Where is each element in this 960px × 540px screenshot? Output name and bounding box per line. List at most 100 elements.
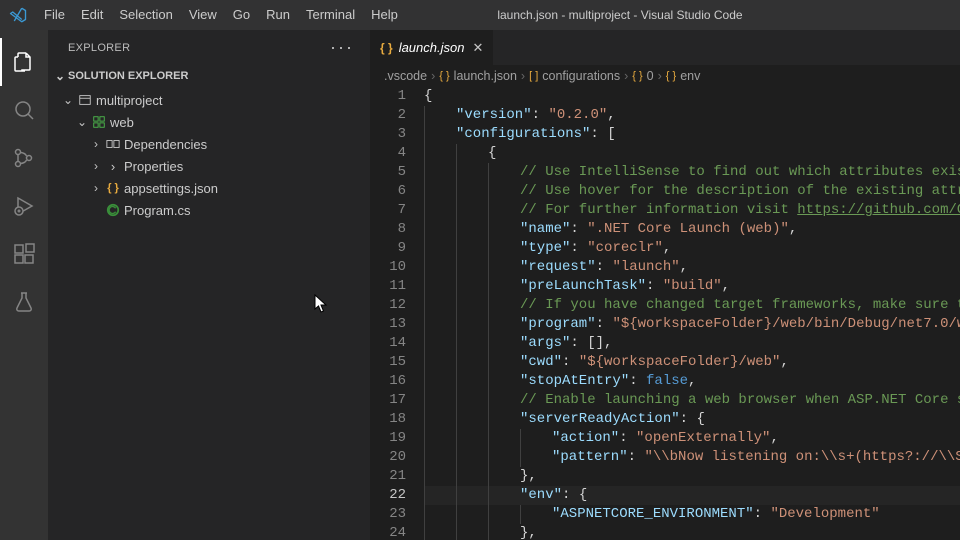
menubar: FileEditSelectionViewGoRunTerminalHelp l…	[0, 0, 960, 30]
sidebar: EXPLORER ··· ⌄ SOLUTION EXPLORER ⌄multip…	[48, 30, 370, 540]
tree-item[interactable]: Program.cs	[48, 199, 370, 221]
line-number: 9	[370, 239, 406, 258]
code-line[interactable]: // Use hover for the description of the …	[424, 182, 960, 201]
menu-view[interactable]: View	[181, 0, 225, 30]
code-line[interactable]: "version": "0.2.0",	[424, 106, 960, 125]
line-number: 6	[370, 182, 406, 201]
chevron-right-icon: ›	[88, 137, 104, 151]
folder-icon: ›	[104, 159, 122, 174]
line-number: 24	[370, 524, 406, 540]
chevron-right-icon: ›	[88, 181, 104, 195]
sidebar-more-icon[interactable]: ···	[330, 37, 354, 58]
json-braces-icon: { }	[632, 70, 642, 82]
line-number: 21	[370, 467, 406, 486]
menu-go[interactable]: Go	[225, 0, 258, 30]
code-line[interactable]: // For further information visit https:/…	[424, 201, 960, 220]
code-line[interactable]: "type": "coreclr",	[424, 239, 960, 258]
line-number: 11	[370, 277, 406, 296]
breadcrumb-item[interactable]: { }launch.json	[439, 69, 517, 83]
code-line[interactable]: "ASPNETCORE_ENVIRONMENT": "Development"	[424, 505, 960, 524]
line-number: 5	[370, 163, 406, 182]
line-number: 19	[370, 429, 406, 448]
code-line[interactable]: // Enable launching a web browser when A…	[424, 391, 960, 410]
sidebar-header: EXPLORER ···	[48, 30, 370, 65]
code-line[interactable]: {	[424, 87, 960, 106]
code-line[interactable]: "pattern": "\\bNow listening on:\\s+(htt…	[424, 448, 960, 467]
code-line[interactable]: "serverReadyAction": {	[424, 410, 960, 429]
code-editor[interactable]: 123456789101112131415161718192021222324 …	[370, 87, 960, 540]
menu-help[interactable]: Help	[363, 0, 406, 30]
menu-terminal[interactable]: Terminal	[298, 0, 363, 30]
chevron-right-icon: ›	[431, 69, 435, 83]
close-icon[interactable]: ✕	[472, 40, 483, 56]
line-number: 10	[370, 258, 406, 277]
code-line[interactable]: "name": ".NET Core Launch (web)",	[424, 220, 960, 239]
tree-item-label: web	[110, 115, 134, 130]
line-number-gutter: 123456789101112131415161718192021222324	[370, 87, 424, 540]
solution-icon	[76, 93, 94, 107]
code-line[interactable]: },	[424, 467, 960, 486]
line-number: 8	[370, 220, 406, 239]
csharp-icon	[104, 203, 122, 217]
line-number: 2	[370, 106, 406, 125]
chevron-down-icon: ⌄	[60, 93, 76, 107]
menu-edit[interactable]: Edit	[73, 0, 111, 30]
window-title: launch.json - multiproject - Visual Stud…	[406, 8, 834, 22]
tab-bar: { } launch.json ✕	[370, 30, 960, 65]
line-number: 22	[370, 486, 406, 505]
tree-item[interactable]: ›{ }appsettings.json	[48, 177, 370, 199]
tree-item[interactable]: ⌄multiproject	[48, 89, 370, 111]
code-content[interactable]: {"version": "0.2.0","configurations": [{…	[424, 87, 960, 540]
run-debug-icon[interactable]	[0, 182, 48, 230]
section-header[interactable]: ⌄ SOLUTION EXPLORER	[48, 65, 370, 87]
code-line[interactable]: "request": "launch",	[424, 258, 960, 277]
menu-file[interactable]: File	[36, 0, 73, 30]
line-number: 3	[370, 125, 406, 144]
chevron-right-icon: ›	[658, 69, 662, 83]
extensions-icon[interactable]	[0, 230, 48, 278]
tree-item-label: Dependencies	[124, 137, 207, 152]
tree-item[interactable]: ››Properties	[48, 155, 370, 177]
line-number: 18	[370, 410, 406, 429]
json-icon: { }	[104, 182, 122, 194]
line-number: 23	[370, 505, 406, 524]
tab-launch-json[interactable]: { } launch.json ✕	[370, 30, 494, 65]
source-control-icon[interactable]	[0, 134, 48, 182]
code-line[interactable]: "env": {	[424, 486, 960, 505]
line-number: 1	[370, 87, 406, 106]
breadcrumb-label: configurations	[542, 69, 620, 83]
code-line[interactable]: },	[424, 524, 960, 540]
tree-item[interactable]: › Dependencies	[48, 133, 370, 155]
explorer-icon[interactable]	[0, 38, 48, 86]
line-number: 17	[370, 391, 406, 410]
testing-icon[interactable]	[0, 278, 48, 326]
code-line[interactable]: // If you have changed target frameworks…	[424, 296, 960, 315]
code-line[interactable]: "preLaunchTask": "build",	[424, 277, 960, 296]
code-line[interactable]: "args": [],	[424, 334, 960, 353]
code-line[interactable]: "action": "openExternally",	[424, 429, 960, 448]
vscode-logo-icon	[6, 3, 30, 27]
tree-item[interactable]: ⌄web	[48, 111, 370, 133]
tree-item-label: Properties	[124, 159, 183, 174]
code-line[interactable]: {	[424, 144, 960, 163]
breadcrumb-label: .vscode	[384, 69, 427, 83]
code-line[interactable]: // Use IntelliSense to find out which at…	[424, 163, 960, 182]
section-title: SOLUTION EXPLORER	[68, 70, 188, 82]
menu-selection[interactable]: Selection	[111, 0, 180, 30]
array-braces-icon: [ ]	[529, 70, 538, 82]
code-line[interactable]: "configurations": [	[424, 125, 960, 144]
breadcrumb-label: env	[680, 69, 700, 83]
breadcrumb-item[interactable]: [ ] configurations	[529, 69, 620, 83]
code-line[interactable]: "cwd": "${workspaceFolder}/web",	[424, 353, 960, 372]
breadcrumb-item[interactable]: { }env	[666, 69, 701, 83]
code-line[interactable]: "program": "${workspaceFolder}/web/bin/D…	[424, 315, 960, 334]
sidebar-title: EXPLORER	[68, 42, 130, 54]
breadcrumb-item[interactable]: .vscode	[384, 69, 427, 83]
line-number: 12	[370, 296, 406, 315]
search-icon[interactable]	[0, 86, 48, 134]
breadcrumb-item[interactable]: { }0	[632, 69, 653, 83]
chevron-right-icon: ›	[521, 69, 525, 83]
menu-run[interactable]: Run	[258, 0, 298, 30]
code-line[interactable]: "stopAtEntry": false,	[424, 372, 960, 391]
chevron-right-icon: ›	[88, 159, 104, 173]
